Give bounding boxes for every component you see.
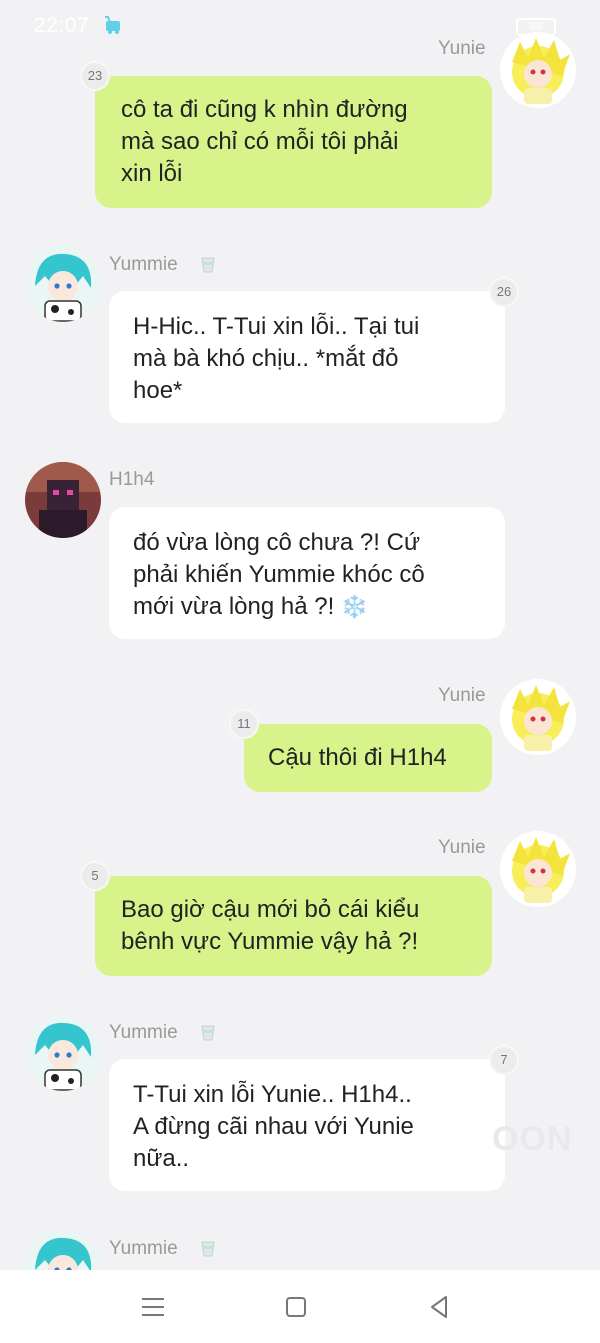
message-line: cô ta đi cũng k nhìn đường [121,96,408,123]
sender-name: Yunie [438,685,486,706]
watermark: OON [492,1120,573,1158]
avatar-h1h4[interactable] [25,462,101,538]
cup-icon [201,257,215,273]
message-line: phải khiến Yummie khóc cô [133,561,425,588]
avatar-yummie[interactable] [25,1015,101,1091]
system-navigation-bar [0,1270,600,1343]
message-line: đó vừa lòng cô chưa ?! Cứ [133,529,421,556]
snowflake-emoji: ❄️ [340,594,369,619]
message-bubble[interactable]: H-Hic.. T-Tui xin lỗi.. Tại tui mà bà kh… [109,291,505,423]
avatar-yunie[interactable] [500,831,576,907]
message-badge: 5 [80,861,110,891]
home-icon[interactable] [281,1292,311,1322]
message-line: bênh vực Yummie vậy hả ?! [121,928,419,955]
message-badge: 11 [229,709,259,739]
message-bubble[interactable]: Cậu thôi đi H1h4 [244,724,492,792]
app-notification-icon [105,16,120,34]
sender-name: Yunie [438,837,486,858]
message-line: Bao giờ cậu mới bỏ cái kiểu [121,896,420,923]
message-badge: 7 [489,1045,519,1075]
message-line: T-Tui xin lỗi Yunie.. H1h4.. [133,1081,412,1108]
avatar-yunie[interactable] [500,32,576,108]
message-line: xin lỗi [121,160,183,187]
message-line: mới vừa lòng hả ?! ❄️ [133,593,369,620]
message-line: mà bà khó chịu.. *mắt đỏ [133,345,399,372]
message-line: H-Hic.. T-Tui xin lỗi.. Tại tui [133,313,420,340]
avatar-yummie[interactable] [25,246,101,322]
cup-icon [201,1241,215,1257]
back-icon[interactable] [424,1292,454,1322]
message-line: nữa.. [133,1145,190,1172]
message-bubble[interactable]: Bao giờ cậu mới bỏ cái kiểu bênh vực Yum… [95,876,492,976]
message-bubble[interactable]: T-Tui xin lỗi Yunie.. H1h4.. A đừng cãi … [109,1059,505,1191]
avatar-yunie[interactable] [500,679,576,755]
cup-icon [201,1025,215,1041]
status-time: 22:07 [34,14,90,37]
sender-name: Yummie [109,254,178,275]
sender-name: Yunie [438,38,486,59]
sender-name: H1h4 [109,469,155,490]
menu-icon[interactable] [138,1292,168,1322]
sender-name: Yummie [109,1238,178,1259]
avatar-yummie[interactable] [25,1230,101,1270]
message-badge: 23 [80,61,110,91]
message-badge: 26 [489,277,519,307]
message-line: A đừng cãi nhau với Yunie [133,1113,414,1140]
message-bubble[interactable]: đó vừa lòng cô chưa ?! Cứ phải khiến Yum… [109,507,505,639]
message-line: mà sao chỉ có mỗi tôi phải [121,128,399,155]
message-line: Cậu thôi đi H1h4 [268,744,447,771]
sender-name: Yummie [109,1022,178,1043]
message-bubble[interactable]: cô ta đi cũng k nhìn đường mà sao chỉ có… [95,76,492,208]
message-line: hoe* [133,377,183,404]
